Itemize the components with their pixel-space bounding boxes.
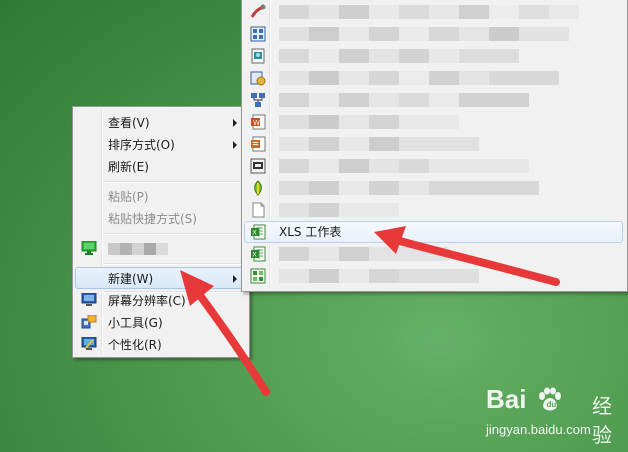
watermark-brand: Bai (486, 384, 527, 414)
baidu-jingyan-watermark: Bai du 经验 jingyan.baidu.com (486, 384, 626, 447)
watermark-url: jingyan.baidu.com (486, 422, 591, 437)
arrow-to-new-icon (192, 286, 270, 396)
baidu-paw-icon: du (539, 387, 561, 411)
watermark-cn: 经验 (592, 394, 612, 447)
desktop[interactable]: 查看(V) 排序方式(O) 刷新(E) 粘贴(P) 粘贴快捷方式(S) 新建(W… (0, 0, 628, 452)
arrowhead-icon (180, 270, 214, 306)
arrow-to-xls-icon (392, 236, 560, 286)
svg-text:du: du (547, 400, 557, 409)
